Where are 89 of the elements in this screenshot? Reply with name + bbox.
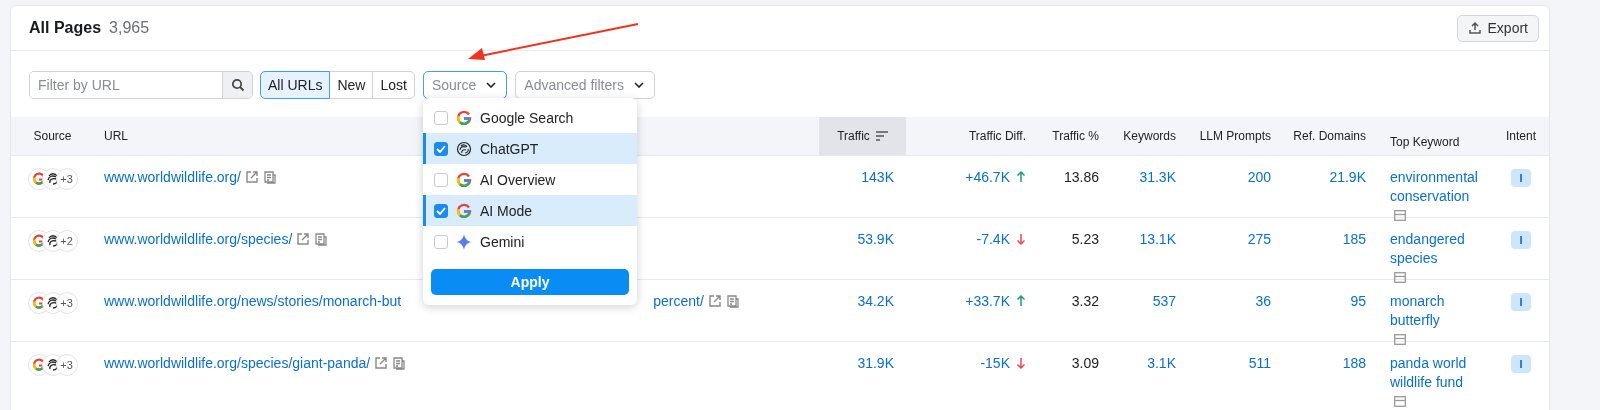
- traffic-percent: 3.09: [1071, 355, 1099, 371]
- url-tab[interactable]: Lost: [372, 71, 415, 99]
- export-button[interactable]: Export: [1456, 14, 1539, 42]
- intent-badge: I: [1511, 231, 1531, 249]
- traffic-link[interactable]: 31.9K: [857, 355, 894, 371]
- url-tab[interactable]: New: [329, 71, 374, 99]
- checkbox[interactable]: [434, 172, 448, 187]
- external-link-icon[interactable]: [707, 294, 722, 308]
- column-header[interactable]: Traffic %: [1052, 129, 1099, 143]
- serp-icon[interactable]: [1394, 210, 1406, 221]
- search-button[interactable]: [222, 72, 252, 98]
- source-option[interactable]: AI Mode: [423, 195, 637, 226]
- external-link-icon[interactable]: [296, 232, 311, 246]
- url-link[interactable]: www.worldwildlife.org/species/: [104, 231, 293, 247]
- column-header[interactable]: Ref. Domains: [1293, 129, 1366, 143]
- external-link-icon[interactable]: [374, 356, 389, 370]
- traffic-link[interactable]: 143K: [861, 169, 894, 185]
- google-icon: [456, 171, 472, 188]
- top-keyword-link[interactable]: panda world wildlife fund: [1390, 354, 1480, 392]
- google-icon: [456, 109, 472, 126]
- checkbox[interactable]: [434, 234, 448, 249]
- top-keyword-link[interactable]: endangered species: [1390, 230, 1480, 268]
- column-header[interactable]: Keywords: [1123, 129, 1176, 143]
- source-dropdown[interactable]: Source: [422, 71, 508, 99]
- traffic-percent: 5.23: [1071, 231, 1099, 247]
- keywords-link[interactable]: 13.1K: [1139, 231, 1176, 247]
- page-icon[interactable]: [725, 294, 740, 308]
- chevron-icon: [486, 82, 497, 88]
- keywords-link[interactable]: 537: [1152, 293, 1176, 309]
- chevron-icon: [633, 82, 644, 88]
- page-title: All Pages: [29, 19, 102, 37]
- column-header[interactable]: Top Keyword: [1390, 135, 1460, 149]
- column-header[interactable]: Intent: [1506, 129, 1536, 143]
- page-icon[interactable]: [262, 170, 277, 184]
- ref-domains-link[interactable]: 95: [1350, 293, 1366, 309]
- checkbox[interactable]: [434, 110, 448, 125]
- url-link[interactable]: percent/: [653, 293, 704, 309]
- source-option[interactable]: AI Overview: [423, 164, 637, 195]
- serp-icon[interactable]: [1394, 334, 1406, 345]
- source-option[interactable]: Gemini: [423, 226, 637, 257]
- intent-badge: I: [1511, 355, 1531, 373]
- column-header[interactable]: Traffic: [837, 129, 870, 143]
- apply-button[interactable]: Apply: [431, 269, 629, 295]
- google-icon: [456, 202, 472, 219]
- ref-domains-link[interactable]: 188: [1342, 355, 1366, 371]
- traffic-link[interactable]: 34.2K: [857, 293, 894, 309]
- search-icon: [230, 78, 245, 92]
- page-count: 3,965: [109, 19, 150, 37]
- traffic-percent: 13.86: [1063, 169, 1099, 185]
- traffic-link[interactable]: 53.9K: [857, 231, 894, 247]
- llm-prompts-link[interactable]: 511: [1248, 355, 1271, 371]
- llm-prompts-link[interactable]: 275: [1247, 231, 1271, 247]
- top-keyword-link[interactable]: monarch butterfly: [1390, 292, 1480, 330]
- serp-icon[interactable]: [1394, 272, 1406, 283]
- checkbox[interactable]: [434, 203, 448, 218]
- ref-domains-link[interactable]: 185: [1342, 231, 1366, 247]
- llm-prompts-link[interactable]: 36: [1255, 293, 1271, 309]
- top-keyword-link[interactable]: environmental conservation: [1390, 168, 1480, 206]
- url-tab[interactable]: All URLs: [260, 71, 331, 99]
- source-option[interactable]: Google Search: [423, 102, 637, 133]
- column-header[interactable]: URL: [104, 129, 128, 143]
- ref-domains-link[interactable]: 21.9K: [1329, 169, 1366, 185]
- swirl-icon: [456, 140, 472, 157]
- intent-badge: I: [1511, 169, 1531, 187]
- llm-prompts-link[interactable]: 200: [1247, 169, 1271, 185]
- upload-icon: [1467, 21, 1482, 35]
- keywords-link[interactable]: 3.1K: [1147, 355, 1176, 371]
- column-header[interactable]: Source: [33, 129, 72, 143]
- page-icon[interactable]: [392, 356, 407, 370]
- checkbox[interactable]: [434, 141, 448, 156]
- sparkle-icon: [456, 233, 472, 250]
- traffic-diff: -15K: [980, 355, 1010, 371]
- traffic-diff: +46.7K: [965, 169, 1010, 185]
- column-header[interactable]: LLM Prompts: [1199, 129, 1271, 143]
- url-filter-field[interactable]: Filter by URL: [29, 71, 253, 99]
- external-link-icon[interactable]: [244, 170, 259, 184]
- traffic-percent: 3.32: [1071, 293, 1099, 309]
- url-link[interactable]: www.worldwildlife.org/species/giant-panda/: [104, 355, 371, 371]
- keywords-link[interactable]: 31.3K: [1139, 169, 1176, 185]
- intent-badge: I: [1511, 293, 1531, 311]
- traffic-diff: -7.4K: [976, 231, 1010, 247]
- traffic-diff: +33.7K: [965, 293, 1010, 309]
- serp-icon[interactable]: [1394, 396, 1406, 407]
- source-option[interactable]: ChatGPT: [423, 133, 637, 164]
- page-icon[interactable]: [314, 232, 329, 246]
- url-link[interactable]: www.worldwildlife.org/news/stories/monarch-but: [104, 293, 402, 309]
- advanced-filters-dropdown[interactable]: Advanced filters: [515, 71, 655, 99]
- column-header[interactable]: Traffic Diff.: [968, 129, 1026, 143]
- url-link[interactable]: www.worldwildlife.org/: [104, 169, 241, 185]
